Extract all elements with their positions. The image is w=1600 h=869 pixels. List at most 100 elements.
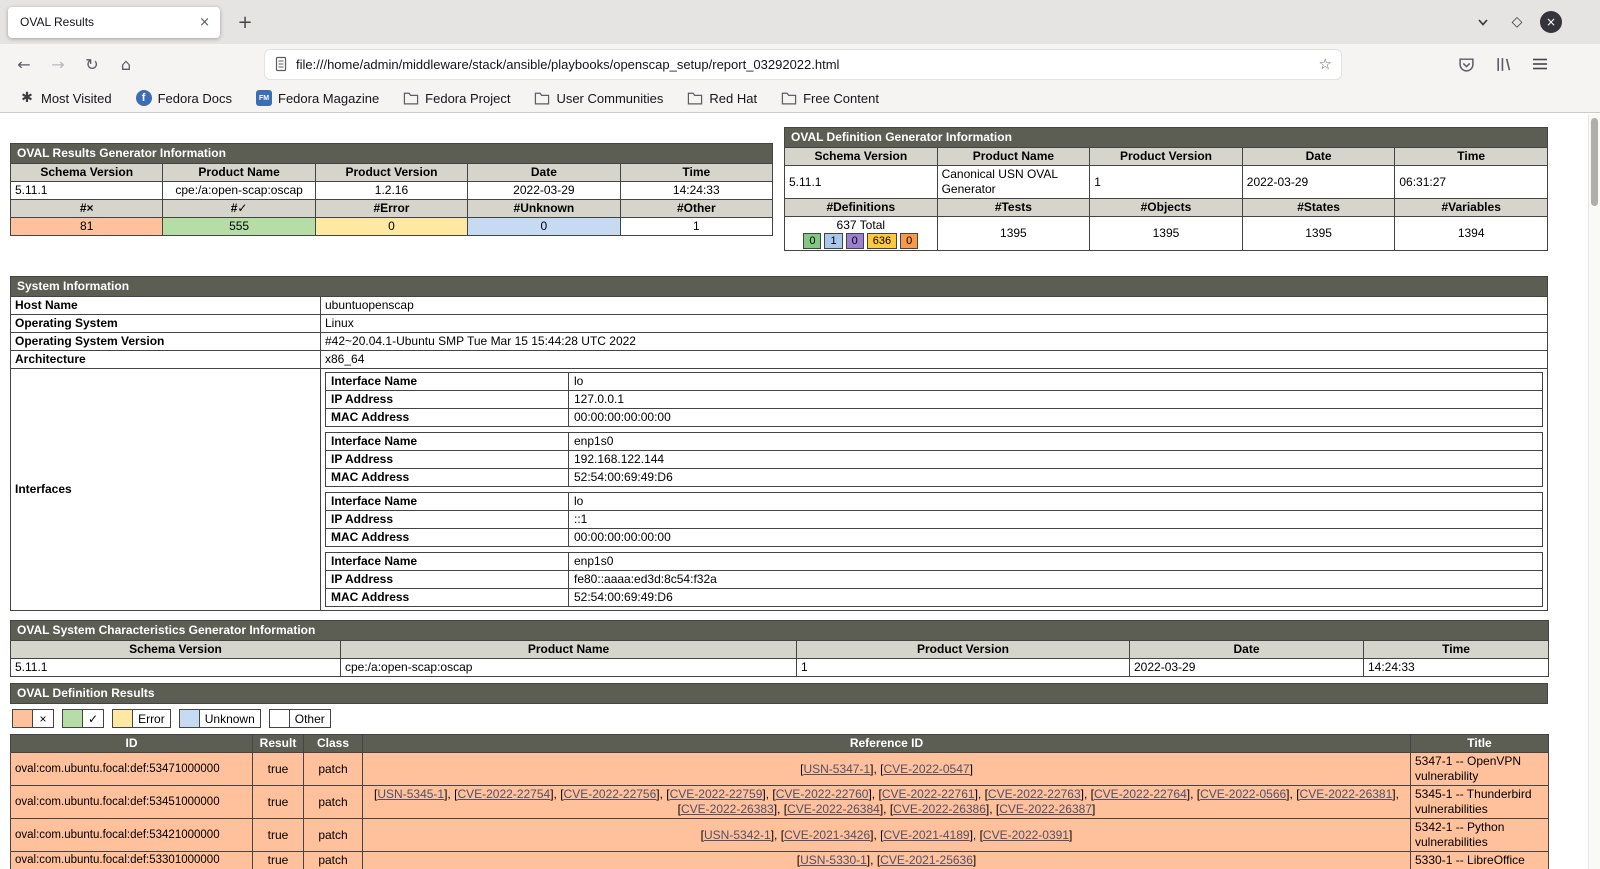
reference-link[interactable]: USN-5345-1 bbox=[377, 787, 444, 801]
tab-close-icon[interactable]: × bbox=[195, 15, 214, 30]
window-maximize-icon[interactable]: ◇ bbox=[1506, 11, 1528, 33]
class-cell: patch bbox=[303, 752, 363, 786]
legend-item: ✓ bbox=[62, 709, 105, 728]
reference-link[interactable]: CVE-2022-22761 bbox=[882, 787, 975, 801]
legend-label: × bbox=[33, 709, 54, 728]
pocket-button[interactable] bbox=[1450, 49, 1482, 79]
count-column-header: #Tests bbox=[936, 198, 1091, 217]
reference-link[interactable]: CVE-2021-4189 bbox=[884, 828, 970, 842]
bookmark-star-icon[interactable]: ☆ bbox=[1319, 55, 1332, 73]
column-header: Product Version bbox=[314, 162, 469, 182]
bookmark-item[interactable]: ✱ Most Visited bbox=[14, 88, 117, 108]
column-header: Product Name bbox=[162, 162, 316, 182]
reference-link[interactable]: CVE-2022-0391 bbox=[983, 828, 1069, 842]
count-column-header: #× bbox=[9, 198, 164, 218]
reference-id-cell: [USN-5347-1], [CVE-2022-0547] bbox=[362, 752, 1411, 786]
definition-id-cell: oval:com.ubuntu.focal:def:53301000000 bbox=[10, 851, 253, 869]
window-minimize-icon[interactable] bbox=[1472, 11, 1494, 33]
bookmark-item[interactable]: f Fedora Docs bbox=[131, 88, 237, 108]
field-label: Operating System Version bbox=[10, 332, 321, 351]
results-legend: × ✓ Error Unknown Other bbox=[12, 709, 1588, 728]
reference-link[interactable]: CVE-2022-26384 bbox=[787, 802, 880, 816]
back-button[interactable]: ← bbox=[8, 49, 40, 79]
reference-link[interactable]: CVE-2022-26387 bbox=[999, 802, 1092, 816]
schema-version-cell: 5.11.1 bbox=[9, 180, 164, 200]
interface-row: MAC Address 52:54:00:69:49:D6 bbox=[325, 468, 1543, 487]
folder-icon bbox=[781, 90, 797, 106]
home-button[interactable]: ⌂ bbox=[110, 49, 142, 79]
definition-breakdown: 0 1 0 636 0 bbox=[789, 233, 933, 249]
count-column-header: #States bbox=[1241, 198, 1396, 217]
column-header: Time bbox=[1394, 147, 1548, 166]
reference-link[interactable]: CVE-2022-26383 bbox=[681, 802, 774, 816]
reference-link[interactable]: CVE-2022-22760 bbox=[776, 787, 869, 801]
interfaces-label: Interfaces bbox=[10, 368, 321, 611]
browser-tab[interactable]: OVAL Results × bbox=[8, 6, 220, 38]
reference-link[interactable]: CVE-2022-22754 bbox=[457, 787, 550, 801]
scrollbar[interactable] bbox=[1588, 114, 1600, 869]
reference-link[interactable]: CVE-2021-3426 bbox=[784, 828, 870, 842]
count-column-header: #Error bbox=[314, 198, 469, 218]
reference-link[interactable]: USN-5347-1 bbox=[803, 762, 870, 776]
interface-field-label: MAC Address bbox=[325, 468, 569, 487]
forward-button[interactable]: → bbox=[42, 49, 74, 79]
column-header: Title bbox=[1410, 734, 1549, 753]
reference-link[interactable]: USN-5342-1 bbox=[704, 828, 771, 842]
bookmark-item[interactable]: FM Fedora Magazine bbox=[251, 88, 384, 108]
scrollbar-thumb[interactable] bbox=[1591, 118, 1598, 206]
results-generator-table: OVAL Results Generator Information Schem… bbox=[9, 142, 774, 236]
result-cell: true bbox=[252, 851, 304, 869]
column-header: ID bbox=[10, 734, 253, 753]
class-count-box: 0 bbox=[845, 233, 864, 249]
result-cell: true bbox=[252, 818, 304, 852]
bookmark-label: User Communities bbox=[556, 90, 664, 106]
count-column-header: #Definitions bbox=[784, 198, 938, 217]
bookmark-item[interactable]: User Communities bbox=[529, 88, 668, 108]
reference-link[interactable]: CVE-2022-0547 bbox=[884, 762, 970, 776]
sc-generator-title: OVAL System Characteristics Generator In… bbox=[9, 620, 1550, 641]
window-close-icon[interactable]: × bbox=[1540, 11, 1562, 33]
column-header: Result bbox=[252, 734, 304, 753]
reference-link[interactable]: CVE-2022-26386 bbox=[893, 802, 986, 816]
menu-button[interactable] bbox=[1524, 49, 1556, 79]
interface-row: Interface Name enp1s0 bbox=[325, 432, 1543, 451]
interface-field-value: 00:00:00:00:00:00 bbox=[568, 528, 1543, 547]
definition-result-row: oval:com.ubuntu.focal:def:53301000000 tru… bbox=[10, 851, 1549, 869]
report-page: OVAL Results Generator Information Schem… bbox=[0, 114, 1588, 869]
definition-result-row: oval:com.ubuntu.focal:def:53421000000 tru… bbox=[10, 818, 1549, 852]
gear-icon: ✱ bbox=[21, 90, 33, 106]
class-count-box: 1 bbox=[824, 233, 843, 249]
interface-field-value: 00:00:00:00:00:00 bbox=[568, 408, 1543, 427]
reference-link[interactable]: CVE-2022-22763 bbox=[988, 787, 1081, 801]
definition-result-row: oval:com.ubuntu.focal:def:53471000000 tru… bbox=[10, 752, 1549, 786]
product-name-cell: cpe:/a:open-scap:oscap bbox=[340, 658, 797, 677]
interface-field-label: IP Address bbox=[325, 390, 569, 409]
reference-link[interactable]: CVE-2021-25636 bbox=[880, 853, 973, 867]
definition-results-table: ID Result Class Reference ID Title oval:… bbox=[10, 734, 1549, 869]
reference-link[interactable]: CVE-2022-26381 bbox=[1300, 787, 1393, 801]
interface-field-value: ::1 bbox=[568, 510, 1543, 529]
bookmark-item[interactable]: Fedora Project bbox=[398, 88, 515, 108]
interface-table: Interface Name enp1s0 IP Address 192.168.12… bbox=[325, 432, 1543, 487]
bookmark-item[interactable]: Free Content bbox=[776, 88, 884, 108]
document-icon bbox=[275, 56, 287, 72]
definitions-total: 637 Total bbox=[836, 218, 886, 232]
legend-label: ✓ bbox=[83, 709, 105, 728]
reference-link[interactable]: CVE-2022-0566 bbox=[1200, 787, 1286, 801]
interface-field-value: enp1s0 bbox=[568, 552, 1543, 571]
column-header: Date bbox=[1129, 640, 1364, 659]
library-button[interactable] bbox=[1487, 49, 1519, 79]
definitions-count-cell: 637 Total 0 1 0 636 0 bbox=[784, 216, 938, 251]
time-cell: 06:31:27 bbox=[1394, 165, 1548, 199]
reference-link[interactable]: CVE-2022-22759 bbox=[670, 787, 763, 801]
column-header: Schema Version bbox=[9, 162, 164, 182]
page-info-icon[interactable] bbox=[274, 56, 288, 72]
new-tab-button[interactable]: + bbox=[232, 9, 258, 35]
reload-button[interactable]: ↻ bbox=[76, 49, 108, 79]
tab-title: OVAL Results bbox=[20, 15, 95, 29]
reference-link[interactable]: USN-5330-1 bbox=[800, 853, 867, 867]
reference-link[interactable]: CVE-2022-22756 bbox=[564, 787, 657, 801]
url-bar[interactable]: file:///home/admin/middleware/stack/ansi… bbox=[264, 48, 1342, 80]
reference-link[interactable]: CVE-2022-22764 bbox=[1094, 787, 1187, 801]
bookmark-item[interactable]: Red Hat bbox=[682, 88, 762, 108]
